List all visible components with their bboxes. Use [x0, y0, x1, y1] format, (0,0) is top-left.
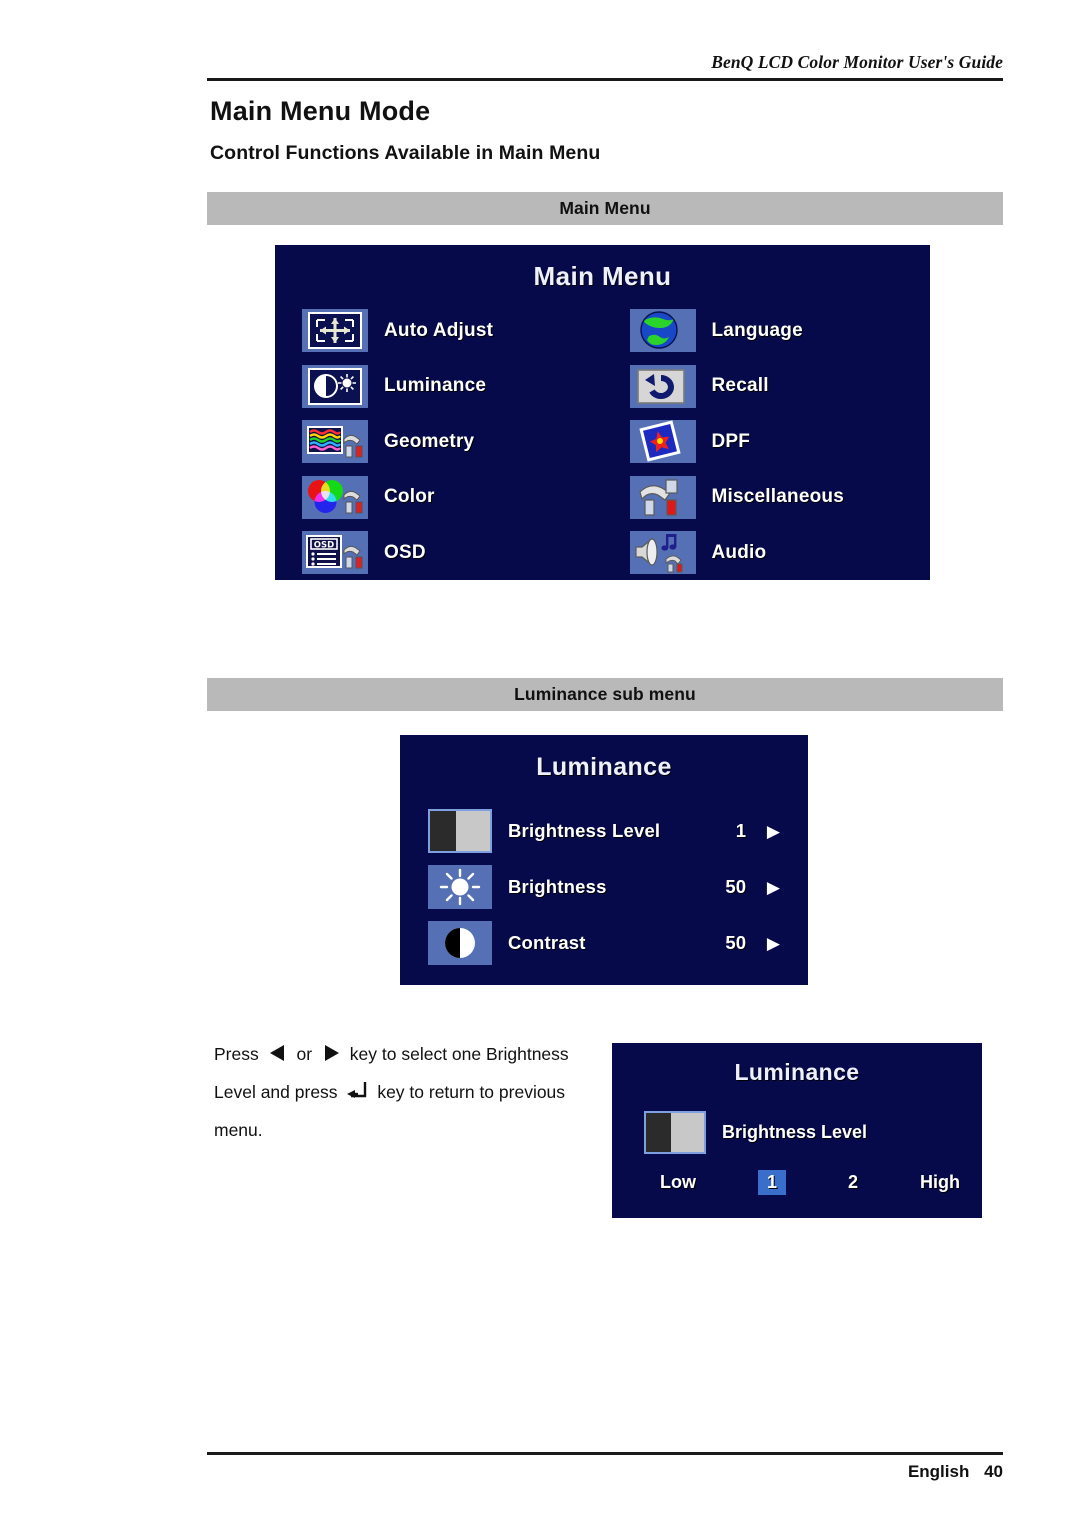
menu-item-label: DPF — [711, 430, 751, 452]
osd-icon: OSD — [302, 531, 368, 575]
menu-item-color[interactable]: Color — [302, 470, 603, 526]
main-menu-left-column: Auto Adjust Luminance Geometry Color OSD… — [275, 303, 603, 581]
svg-text:OSD: OSD — [314, 541, 334, 551]
instruction-part-2: or — [296, 1044, 313, 1064]
scale-option-2[interactable]: 2 — [848, 1172, 858, 1193]
page-title: Main Menu Mode — [210, 96, 431, 126]
chevron-right-icon[interactable]: ▶ — [746, 935, 780, 952]
menu-item-label: Miscellaneous — [711, 486, 844, 508]
luminance-row-brightness[interactable]: Brightness 50 ▶ — [428, 859, 780, 915]
audio-speaker-icon — [629, 531, 696, 575]
footer-rule — [207, 1452, 1003, 1455]
chevron-right-icon[interactable]: ▶ — [746, 879, 780, 896]
brightness-level-icon — [428, 809, 492, 853]
caption-bar-main-menu: Main Menu — [207, 192, 1003, 225]
main-menu-right-column: Language Recall DPF Miscellaneous Audio — [603, 303, 931, 581]
luminance-osd-panel: Luminance Brightness Level 1 ▶ Brightnes… — [400, 735, 808, 985]
main-menu-osd-panel: Main Menu Auto Adjust Luminance Geometry… — [275, 245, 930, 580]
miscellaneous-tools-icon — [629, 475, 696, 519]
luminance-icon — [302, 364, 368, 408]
luminance-row-value: 50 — [725, 932, 746, 953]
menu-item-label: Luminance — [384, 375, 487, 397]
footer-page-number: 40 — [984, 1462, 1003, 1481]
menu-item-language[interactable]: Language — [629, 303, 931, 359]
menu-item-label: Audio — [711, 541, 767, 563]
menu-item-label: Auto Adjust — [384, 319, 494, 341]
menu-item-audio[interactable]: Audio — [629, 525, 931, 581]
running-head: BenQ LCD Color Monitor User's Guide — [711, 52, 1003, 72]
header-rule — [207, 78, 1003, 81]
luminance-row-label: Contrast — [508, 932, 586, 953]
caption-bar-luminance-label: Luminance sub menu — [514, 684, 696, 704]
dpf-picture-icon — [629, 420, 696, 464]
menu-item-label: Recall — [711, 375, 769, 397]
luminance-row-label: Brightness — [508, 876, 607, 897]
menu-item-recall[interactable]: Recall — [629, 359, 931, 415]
menu-item-label: Geometry — [384, 430, 475, 452]
chevron-right-icon[interactable]: ▶ — [746, 823, 780, 840]
brightness-level-icon — [644, 1111, 706, 1154]
menu-item-label: Color — [384, 486, 435, 508]
instruction-paragraph: Press or key to select one Brightness Le… — [214, 1036, 594, 1148]
instruction-part-1: Press — [214, 1044, 259, 1064]
menu-item-dpf[interactable]: DPF — [629, 414, 931, 470]
geometry-icon — [302, 420, 368, 464]
brightness-level-row[interactable]: Brightness Level — [644, 1111, 867, 1154]
footer-language: English — [907, 1462, 970, 1481]
main-menu-osd-title: Main Menu — [533, 261, 672, 291]
left-arrow-key-icon — [267, 1038, 289, 1074]
footer: English 40 — [207, 1462, 1003, 1482]
brightness-sun-icon — [428, 865, 492, 909]
brightness-level-osd-panel: Luminance Brightness Level Low 1 2 High — [612, 1043, 982, 1218]
luminance-row-label: Brightness Level — [508, 820, 661, 841]
menu-item-osd[interactable]: OSD OSD — [302, 525, 603, 581]
brightness-level-row-label: Brightness Level — [722, 1122, 868, 1142]
luminance-row-brightness-level[interactable]: Brightness Level 1 ▶ — [428, 803, 780, 859]
language-globe-icon — [629, 309, 696, 353]
scale-option-1[interactable]: 1 — [757, 1170, 786, 1195]
luminance-osd-title: Luminance — [536, 753, 672, 781]
luminance-row-value: 1 — [735, 820, 746, 841]
menu-item-label: OSD — [384, 541, 426, 563]
auto-adjust-icon — [302, 309, 368, 353]
menu-item-luminance[interactable]: Luminance — [302, 359, 603, 415]
caption-bar-main-menu-label: Main Menu — [559, 198, 651, 218]
brightness-level-scale: Low 1 2 High — [660, 1170, 960, 1195]
section-subtitle: Control Functions Available in Main Menu — [210, 142, 601, 164]
luminance-row-value: 50 — [725, 876, 746, 897]
luminance-row-contrast[interactable]: Contrast 50 ▶ — [428, 915, 780, 971]
caption-bar-luminance-sub-menu: Luminance sub menu — [207, 678, 1003, 711]
menu-item-geometry[interactable]: Geometry — [302, 414, 603, 470]
menu-item-label: Language — [711, 319, 803, 341]
menu-item-miscellaneous[interactable]: Miscellaneous — [629, 470, 931, 526]
enter-return-key-icon — [345, 1076, 369, 1112]
color-icon — [302, 475, 368, 519]
scale-low-label: Low — [660, 1172, 696, 1192]
menu-item-auto-adjust[interactable]: Auto Adjust — [302, 303, 603, 359]
scale-high-label: High — [919, 1172, 960, 1192]
document-page: BenQ LCD Color Monitor User's Guide Main… — [0, 0, 1080, 1528]
contrast-icon — [428, 921, 492, 965]
right-arrow-key-icon — [320, 1038, 342, 1074]
recall-undo-icon — [629, 364, 696, 408]
brightness-level-osd-title: Luminance — [734, 1059, 860, 1085]
